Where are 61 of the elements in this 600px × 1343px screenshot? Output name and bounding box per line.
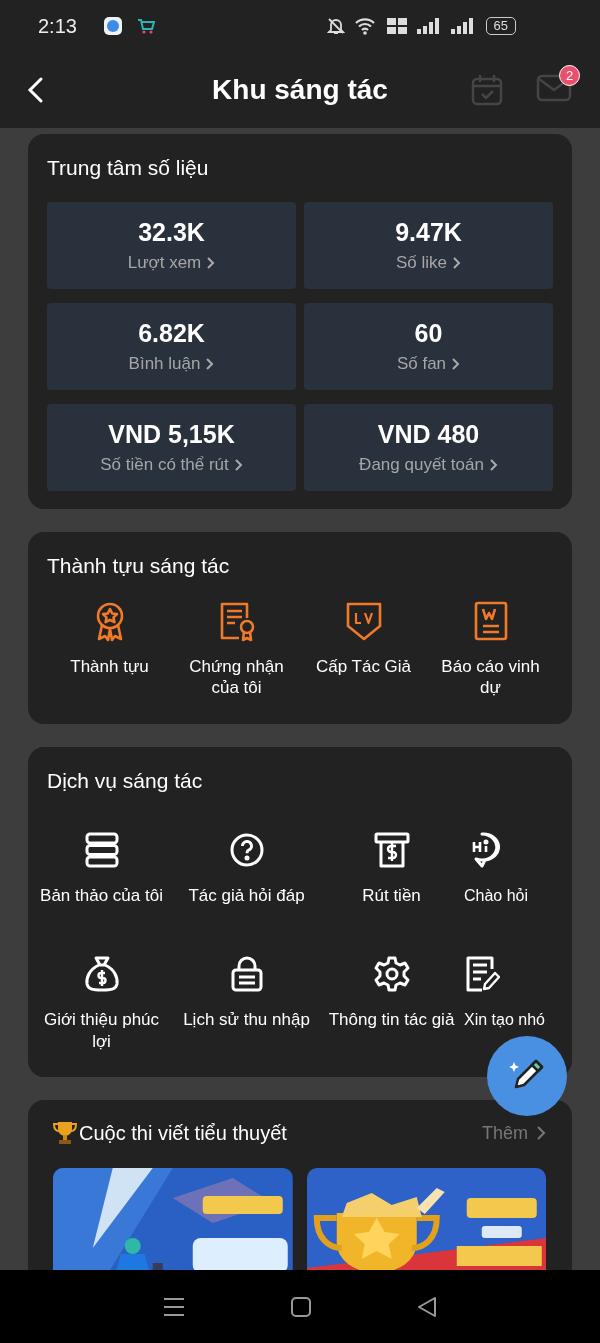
chevron-icon — [233, 458, 243, 472]
achievement-label: Thành tựu — [69, 656, 150, 677]
back-icon[interactable] — [416, 1295, 438, 1318]
service-label: Thông tin tác giả — [328, 1009, 455, 1031]
signal-icon — [449, 16, 476, 36]
help-icon[interactable] — [228, 831, 265, 869]
mail-icon[interactable] — [536, 73, 572, 103]
chevron-icon — [205, 357, 215, 371]
chevron-icon — [452, 256, 461, 270]
cart-icon — [136, 17, 155, 35]
chevron-icon — [488, 458, 498, 472]
chevron-icon — [206, 256, 216, 270]
stat-label: Số fan — [396, 354, 447, 374]
chevron-icon[interactable] — [536, 1125, 546, 1141]
section-title: Cuộc thi viết tiểu thuyết — [79, 1121, 287, 1145]
battery-level: 65 — [485, 17, 516, 35]
stat-tile[interactable]: 9.47K Số like — [304, 202, 553, 289]
status-time: 2:13 — [38, 14, 77, 38]
achievement-label: Cấp Tác Giả — [314, 656, 413, 677]
service-label: Xin tạo nhó — [464, 1010, 545, 1030]
cash-icon[interactable] — [373, 831, 410, 869]
mute-icon — [325, 16, 346, 36]
achievement-label: Báo cáo vinh dự — [440, 656, 541, 698]
settings-icon[interactable] — [373, 955, 410, 993]
section-title: Dịch vụ sáng tác — [47, 769, 204, 793]
section-title: Thành tựu sáng tác — [47, 554, 231, 578]
achievement-label: Chứng nhận của tôi — [188, 656, 285, 698]
signal-icon — [415, 16, 442, 36]
trophy-icon — [53, 1120, 77, 1146]
stat-value: 32.3K — [138, 218, 205, 247]
chevron-icon — [451, 357, 461, 371]
page-title: Khu sáng tác — [212, 74, 388, 106]
money-bag-icon[interactable] — [83, 955, 120, 993]
service-label: Bản thảo của tôi — [40, 885, 163, 907]
section-title: Trung tâm số liệu — [47, 156, 210, 180]
service-label: Lịch sử thu nhập — [183, 1009, 310, 1031]
notification-badge: 2 — [559, 65, 580, 86]
stat-value: VND 480 — [377, 420, 480, 449]
app-icon — [102, 16, 123, 36]
service-label: Rút tiền — [362, 885, 421, 907]
stat-label: Bình luận — [128, 354, 201, 374]
stat-label: Số like — [396, 253, 447, 273]
stat-label: Đang quyết toán — [359, 455, 484, 475]
stat-value: 9.47K — [395, 218, 462, 247]
stat-value: 60 — [414, 319, 443, 348]
home-icon[interactable] — [290, 1295, 312, 1318]
more-link[interactable]: Thêm — [482, 1122, 528, 1144]
stat-value: 6.82K — [138, 319, 205, 348]
stat-tile[interactable]: VND 480 Đang quyết toán — [304, 404, 553, 491]
stack-icon[interactable] — [83, 831, 120, 869]
stat-tile[interactable]: VND 5,15K Số tiền có thể rút — [47, 404, 296, 491]
stat-tile[interactable]: 32.3K Lượt xem — [47, 202, 296, 289]
stat-tile[interactable]: 60 Số fan — [304, 303, 553, 390]
service-label: Chào hỏi — [464, 886, 529, 906]
service-label: Giới thiệu phúc lợi — [42, 1009, 161, 1053]
stat-label: Số tiền có thể rút — [100, 455, 229, 475]
note-edit-icon[interactable] — [464, 955, 500, 993]
stat-tile[interactable]: 6.82K Bình luận — [47, 303, 296, 390]
stat-label: Lượt xem — [127, 253, 202, 273]
service-label: Tác giả hỏi đáp — [188, 885, 305, 907]
stat-value: VND 5,15K — [108, 420, 235, 449]
